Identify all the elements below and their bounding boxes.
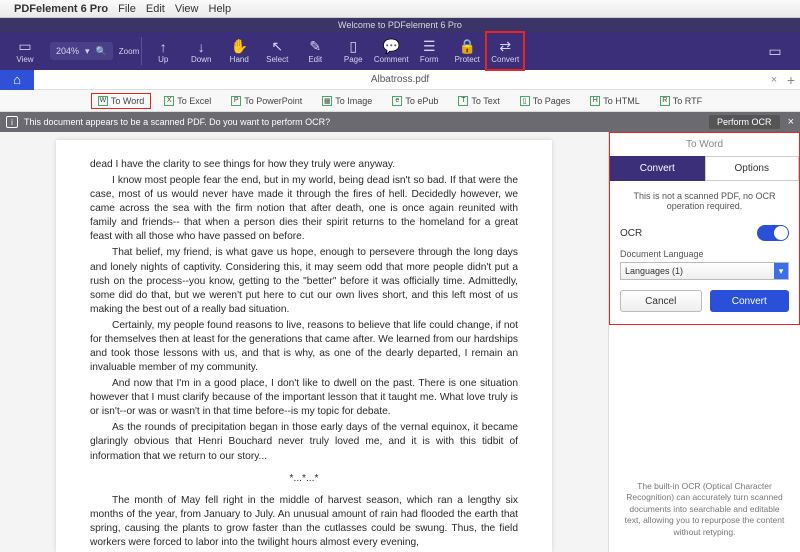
zoom-control[interactable]: 204% ▾ 🔍 <box>50 42 113 60</box>
ppt-icon: P <box>231 96 241 106</box>
page-button[interactable]: ▯Page <box>334 32 372 70</box>
image-icon: ▦ <box>322 96 332 106</box>
to-text-button[interactable]: TTo Text <box>451 93 506 109</box>
rtf-icon: R <box>660 96 670 106</box>
body-text: Certainly, my people found reasons to li… <box>90 319 518 375</box>
select-button[interactable]: ↖Select <box>258 32 296 70</box>
to-rtf-button[interactable]: RTo RTF <box>653 93 709 109</box>
ocr-banner: i This document appears to be a scanned … <box>0 112 800 132</box>
side-panel-title: To Word <box>610 133 799 156</box>
form-button[interactable]: ☰Form <box>410 32 448 70</box>
body-text: And now that I'm in a good place, I don'… <box>90 377 518 419</box>
app-name[interactable]: PDFelement 6 Pro <box>14 3 108 15</box>
chevron-down-icon: ▾ <box>85 46 90 57</box>
to-html-button[interactable]: HTo HTML <box>583 93 647 109</box>
search-icon: 🔍 <box>96 46 107 57</box>
tab-convert[interactable]: Convert <box>610 156 705 181</box>
to-word-button[interactable]: WTo Word <box>91 93 151 109</box>
menu-view[interactable]: View <box>175 3 199 15</box>
convert-button[interactable]: ⇄Convert <box>486 32 524 70</box>
view-button[interactable]: ▭View <box>6 32 44 70</box>
zoom-value: 204% <box>56 46 79 56</box>
body-text: That belief, my friend, is what gave us … <box>90 246 518 316</box>
language-label: Document Language <box>620 249 789 259</box>
pdf-page: dead I have the clarity to see things fo… <box>56 140 552 552</box>
body-text: The month of May fell right in the middl… <box>90 494 518 550</box>
hand-button[interactable]: ✋Hand <box>220 32 258 70</box>
layout-button[interactable]: ▭ <box>756 32 794 70</box>
comment-button[interactable]: 💬Comment <box>372 32 410 70</box>
chevron-down-icon: ▾ <box>774 263 788 279</box>
separator: *...*...* <box>90 472 518 486</box>
to-pages-button[interactable]: ▯To Pages <box>513 93 578 109</box>
to-powerpoint-button[interactable]: PTo PowerPoint <box>224 93 309 109</box>
pages-icon: ▯ <box>520 96 530 106</box>
body-text: As the rounds of precipitation began in … <box>90 421 518 463</box>
side-panel-tabs: Convert Options <box>610 156 799 181</box>
to-image-button[interactable]: ▦To Image <box>315 93 379 109</box>
to-epub-button[interactable]: eTo ePub <box>385 93 445 109</box>
cancel-button[interactable]: Cancel <box>620 290 702 312</box>
excel-icon: X <box>164 96 174 106</box>
home-tab[interactable]: ⌂ <box>0 70 34 90</box>
close-tab-icon[interactable]: × <box>766 74 782 86</box>
language-value: Languages (1) <box>625 266 683 276</box>
menu-file[interactable]: File <box>118 3 136 15</box>
ocr-banner-message: This document appears to be a scanned PD… <box>24 117 330 127</box>
word-icon: W <box>98 96 108 106</box>
close-banner-icon[interactable]: × <box>788 116 794 128</box>
ocr-description: The built-in OCR (Optical Character Reco… <box>609 471 800 552</box>
macos-menubar: PDFelement 6 Pro File Edit View Help <box>0 0 800 18</box>
up-button[interactable]: ↑Up <box>144 32 182 70</box>
edit-button[interactable]: ✎Edit <box>296 32 334 70</box>
document-tabbar: ⌂ Albatross.pdf × + <box>0 70 800 90</box>
perform-ocr-button[interactable]: Perform OCR <box>709 115 780 129</box>
main-area: dead I have the clarity to see things fo… <box>0 132 800 552</box>
info-icon: i <box>6 116 18 128</box>
html-icon: H <box>590 96 600 106</box>
menu-help[interactable]: Help <box>209 3 232 15</box>
body-text: I know most people fear the end, but in … <box>90 174 518 244</box>
menu-edit[interactable]: Edit <box>146 3 165 15</box>
body-text: dead I have the clarity to see things fo… <box>90 158 518 172</box>
convert-side-panel: To Word Convert Options This is not a sc… <box>608 132 800 552</box>
convert-format-bar: WTo Word XTo Excel PTo PowerPoint ▦To Im… <box>0 90 800 112</box>
to-excel-button[interactable]: XTo Excel <box>157 93 218 109</box>
zoom-label: Zoom <box>119 47 139 56</box>
epub-icon: e <box>392 96 402 106</box>
tab-options[interactable]: Options <box>705 156 800 181</box>
down-button[interactable]: ↓Down <box>182 32 220 70</box>
document-tab[interactable]: Albatross.pdf <box>34 74 766 85</box>
text-icon: T <box>458 96 468 106</box>
protect-button[interactable]: 🔒Protect <box>448 32 486 70</box>
window-titlebar: Welcome to PDFelement 6 Pro <box>0 18 800 32</box>
ocr-toggle-label: OCR <box>620 228 642 239</box>
main-toolbar: ▭View 204% ▾ 🔍 Zoom ↑Up ↓Down ✋Hand ↖Sel… <box>0 32 800 70</box>
ocr-toggle[interactable] <box>757 225 789 241</box>
language-select[interactable]: Languages (1) ▾ <box>620 262 789 280</box>
ocr-status-message: This is not a scanned PDF, no OCR operat… <box>610 181 799 221</box>
add-tab-icon[interactable]: + <box>782 72 800 88</box>
document-viewport[interactable]: dead I have the clarity to see things fo… <box>0 132 608 552</box>
convert-action-button[interactable]: Convert <box>710 290 790 312</box>
